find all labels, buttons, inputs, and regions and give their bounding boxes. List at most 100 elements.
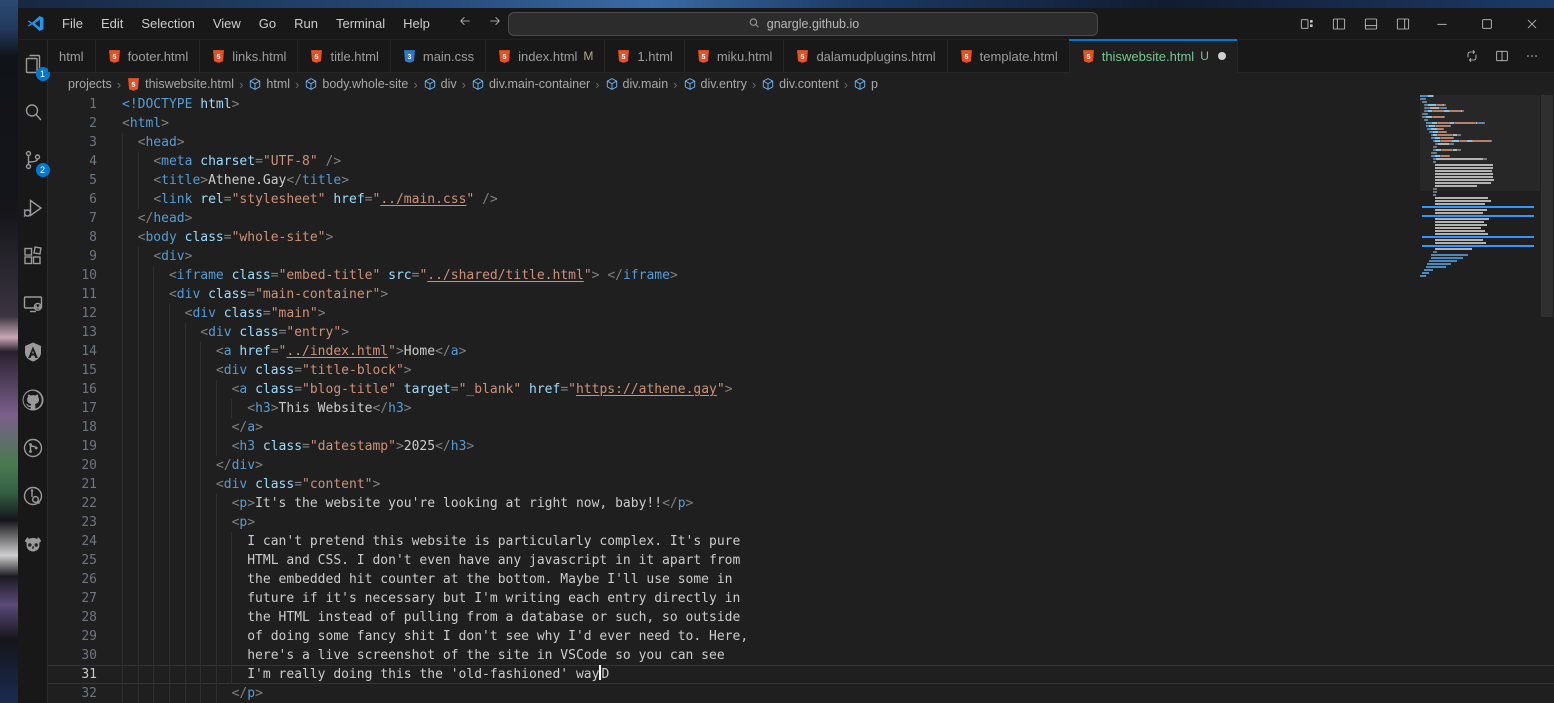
customize-layout-icon[interactable] bbox=[1291, 8, 1323, 40]
line-content[interactable]: here's a live screenshot of the site in … bbox=[122, 646, 725, 665]
activity-explorer-icon[interactable]: 1 bbox=[18, 40, 48, 88]
line-content[interactable]: <head> bbox=[122, 133, 185, 152]
menu-view[interactable]: View bbox=[204, 12, 250, 36]
code-line-21[interactable]: 21 <div class="content"> bbox=[48, 475, 1554, 494]
menu-selection[interactable]: Selection bbox=[132, 12, 203, 36]
line-number[interactable]: 24 bbox=[48, 532, 97, 551]
line-content[interactable]: <a class="blog-title" target="_blank" hr… bbox=[122, 380, 733, 399]
line-content[interactable]: I can't pretend this website is particul… bbox=[122, 532, 740, 551]
tab-main-css[interactable]: 3main.css bbox=[391, 40, 486, 72]
menu-run[interactable]: Run bbox=[285, 12, 327, 36]
line-content[interactable]: <!DOCTYPE html> bbox=[122, 95, 239, 114]
line-content[interactable]: <html> bbox=[122, 114, 169, 133]
line-number[interactable]: 8 bbox=[48, 228, 97, 247]
activity-extensions-icon[interactable] bbox=[18, 232, 48, 280]
code-line-17[interactable]: 17 <h3>This Website</h3> bbox=[48, 399, 1554, 418]
code-line-16[interactable]: 16 <a class="blog-title" target="_blank"… bbox=[48, 380, 1554, 399]
activity-run-and-debug-icon[interactable] bbox=[18, 184, 48, 232]
line-content[interactable]: </div> bbox=[122, 456, 263, 475]
menu-terminal[interactable]: Terminal bbox=[327, 12, 394, 36]
code-line-19[interactable]: 19 <h3 class="datestamp">2025</h3> bbox=[48, 437, 1554, 456]
scrollbar[interactable] bbox=[1540, 95, 1554, 703]
code-line-31[interactable]: 31 I'm really doing this the 'old-fashio… bbox=[48, 665, 1554, 684]
code-line-29[interactable]: 29 of doing some fancy shit I don't see … bbox=[48, 627, 1554, 646]
code-line-22[interactable]: 22 <p>It's the website you're looking at… bbox=[48, 494, 1554, 513]
toggle-primary-sidebar-icon[interactable] bbox=[1323, 8, 1355, 40]
command-center-search[interactable]: gnargle.github.io bbox=[508, 12, 1098, 36]
activity-github-icon[interactable] bbox=[18, 376, 48, 424]
tab-links-html[interactable]: 5links.html bbox=[200, 40, 298, 72]
line-number[interactable]: 5 bbox=[48, 171, 97, 190]
line-number[interactable]: 15 bbox=[48, 361, 97, 380]
code-line-27[interactable]: 27 future if it's necessary but I'm writ… bbox=[48, 589, 1554, 608]
line-content[interactable]: <div class="content"> bbox=[122, 475, 380, 494]
code-line-5[interactable]: 5 <title>Athene.Gay</title> bbox=[48, 171, 1554, 190]
line-number[interactable]: 12 bbox=[48, 304, 97, 323]
activity-source-control-icon[interactable]: 2 bbox=[18, 136, 48, 184]
code-line-14[interactable]: 14 <a href="../index.html">Home</a> bbox=[48, 342, 1554, 361]
line-number[interactable]: 31 bbox=[48, 665, 97, 684]
line-number[interactable]: 28 bbox=[48, 608, 97, 627]
line-content[interactable]: the embedded hit counter at the bottom. … bbox=[122, 570, 733, 589]
code-line-24[interactable]: 24 I can't pretend this website is parti… bbox=[48, 532, 1554, 551]
line-number[interactable]: 20 bbox=[48, 456, 97, 475]
breadcrumb-item-div[interactable]: div bbox=[423, 77, 457, 91]
code-line-7[interactable]: 7 </head> bbox=[48, 209, 1554, 228]
line-content[interactable]: <p>It's the website you're looking at ri… bbox=[122, 494, 693, 513]
code-line-3[interactable]: 3 <head> bbox=[48, 133, 1554, 152]
tab-index-html[interactable]: 5index.htmlM bbox=[486, 40, 605, 72]
line-number[interactable]: 9 bbox=[48, 247, 97, 266]
menu-file[interactable]: File bbox=[53, 12, 92, 36]
line-number[interactable]: 2 bbox=[48, 114, 97, 133]
line-number[interactable]: 19 bbox=[48, 437, 97, 456]
code-line-23[interactable]: 23 <p> bbox=[48, 513, 1554, 532]
line-number[interactable]: 32 bbox=[48, 684, 97, 703]
code-line-11[interactable]: 11 <div class="main-container"> bbox=[48, 285, 1554, 304]
code-line-13[interactable]: 13 <div class="entry"> bbox=[48, 323, 1554, 342]
menu-help[interactable]: Help bbox=[394, 12, 439, 36]
line-content[interactable]: <div class="main"> bbox=[122, 304, 326, 323]
line-content[interactable]: <body class="whole-site"> bbox=[122, 228, 333, 247]
code-line-32[interactable]: 32 </p> bbox=[48, 684, 1554, 703]
code-line-8[interactable]: 8 <body class="whole-site"> bbox=[48, 228, 1554, 247]
line-content[interactable]: the HTML instead of pulling from a datab… bbox=[122, 608, 740, 627]
line-number[interactable]: 29 bbox=[48, 627, 97, 646]
minimize-button[interactable] bbox=[1419, 8, 1464, 40]
line-number[interactable]: 3 bbox=[48, 133, 97, 152]
line-number[interactable]: 7 bbox=[48, 209, 97, 228]
line-number[interactable]: 14 bbox=[48, 342, 97, 361]
close-button[interactable] bbox=[1509, 8, 1554, 40]
line-content[interactable]: <p> bbox=[122, 513, 255, 532]
code-line-2[interactable]: 2 <html> bbox=[48, 114, 1554, 133]
code-line-12[interactable]: 12 <div class="main"> bbox=[48, 304, 1554, 323]
toggle-panel-icon[interactable] bbox=[1355, 8, 1387, 40]
line-content[interactable]: I'm really doing this the 'old-fashioned… bbox=[122, 665, 609, 684]
menu-go[interactable]: Go bbox=[250, 12, 285, 36]
activity-git-graph-icon[interactable] bbox=[18, 424, 48, 472]
line-content[interactable]: </a> bbox=[122, 418, 263, 437]
line-content[interactable]: <div> bbox=[122, 247, 192, 266]
activity-shield-a-extension-icon[interactable] bbox=[18, 328, 48, 376]
line-content[interactable]: future if it's necessary but I'm writing… bbox=[122, 589, 740, 608]
toggle-secondary-sidebar-icon[interactable] bbox=[1387, 8, 1419, 40]
breadcrumb-item-div-main-container[interactable]: div.main-container bbox=[471, 77, 590, 91]
line-number[interactable]: 10 bbox=[48, 266, 97, 285]
activity-godot-tools-icon[interactable] bbox=[18, 520, 48, 568]
activity-remote-explorer-icon[interactable] bbox=[18, 280, 48, 328]
open-changes-icon[interactable] bbox=[1458, 40, 1486, 72]
line-number[interactable]: 21 bbox=[48, 475, 97, 494]
code-line-15[interactable]: 15 <div class="title-block"> bbox=[48, 361, 1554, 380]
line-content[interactable]: of doing some fancy shit I don't see why… bbox=[122, 627, 748, 646]
line-number[interactable]: 26 bbox=[48, 570, 97, 589]
code-line-4[interactable]: 4 <meta charset="UTF-8" /> bbox=[48, 152, 1554, 171]
code-line-30[interactable]: 30 here's a live screenshot of the site … bbox=[48, 646, 1554, 665]
line-number[interactable]: 30 bbox=[48, 646, 97, 665]
split-editor-icon[interactable] bbox=[1488, 40, 1516, 72]
line-number[interactable]: 6 bbox=[48, 190, 97, 209]
line-number[interactable]: 16 bbox=[48, 380, 97, 399]
tab-1-html[interactable]: 51.html bbox=[605, 40, 684, 72]
tab-template-html[interactable]: 5template.html bbox=[948, 40, 1070, 72]
code-line-28[interactable]: 28 the HTML instead of pulling from a da… bbox=[48, 608, 1554, 627]
breadcrumb-item-projects[interactable]: projects bbox=[68, 77, 112, 91]
code-line-20[interactable]: 20 </div> bbox=[48, 456, 1554, 475]
